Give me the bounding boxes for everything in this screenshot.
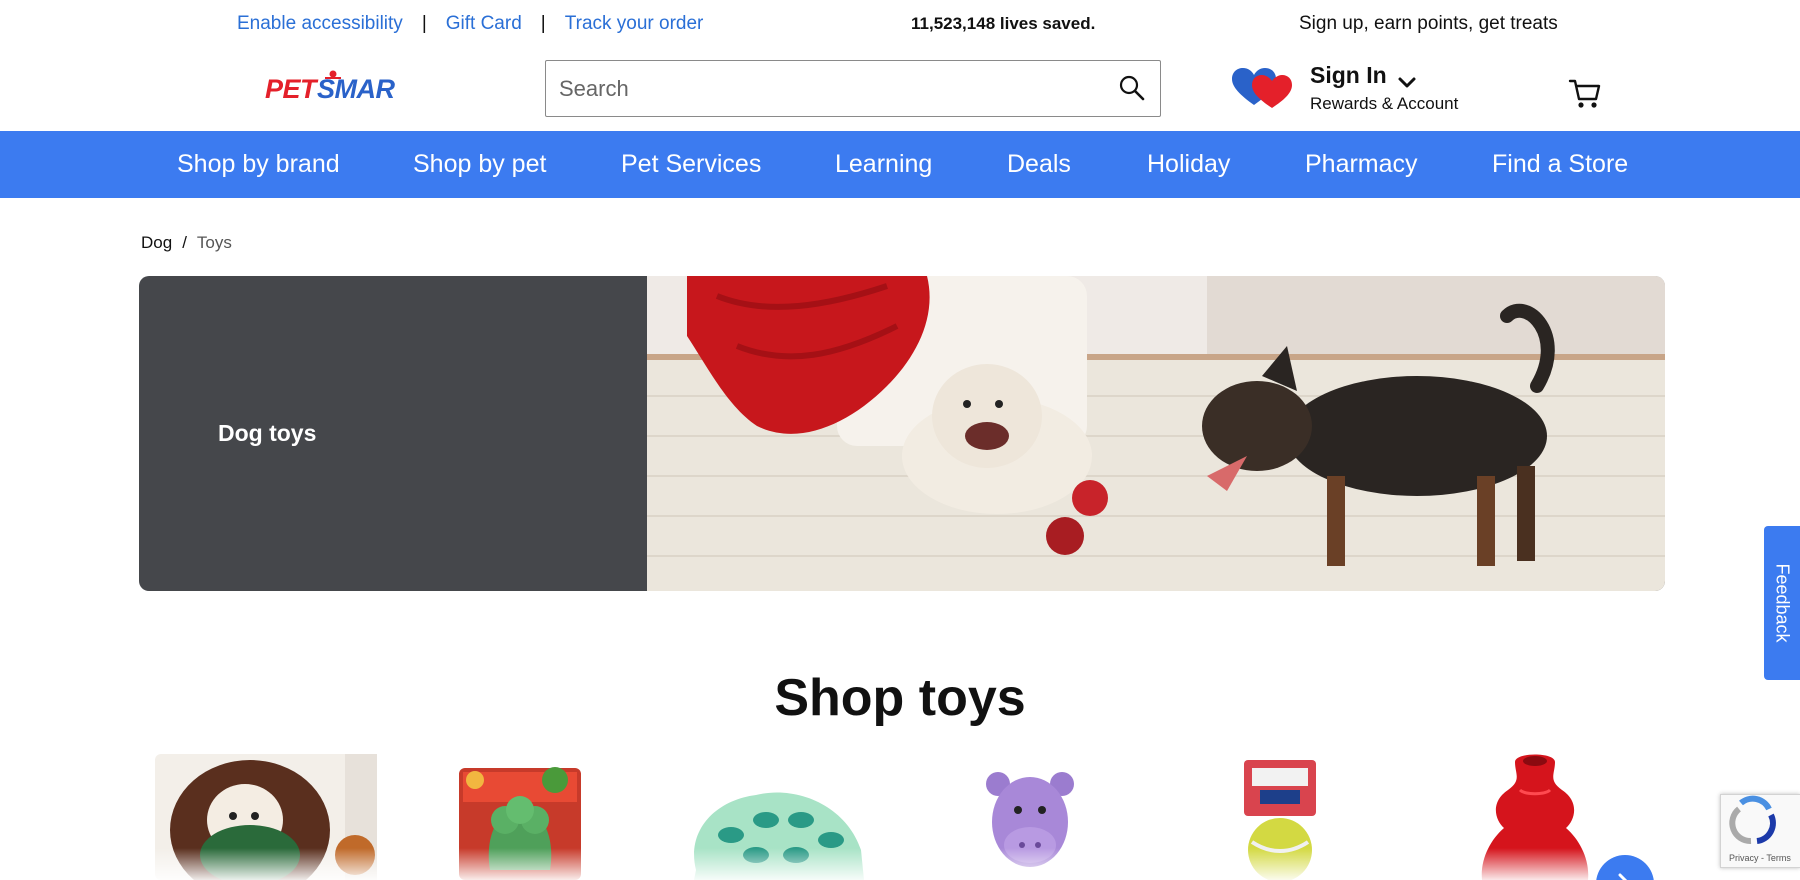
cart-icon[interactable]: [1568, 77, 1602, 111]
nav-deals[interactable]: Deals: [1007, 131, 1071, 198]
carousel-next-button[interactable]: [1596, 855, 1654, 880]
search-box[interactable]: [545, 60, 1161, 117]
shop-toys-heading: Shop toys: [774, 669, 1026, 727]
product-tile[interactable]: [155, 750, 377, 880]
lives-saved-counter: 11,523,148 lives saved.: [911, 14, 1096, 33]
product-tile[interactable]: [980, 750, 1080, 880]
main-nav: Shop by brand Shop by pet Pet Services L…: [0, 131, 1800, 198]
nav-shop-by-brand[interactable]: Shop by brand: [177, 131, 340, 198]
utility-bar: Enable accessibility | Gift Card | Track…: [0, 0, 1800, 50]
recaptcha-icon: [1729, 795, 1776, 844]
rewards-account-link[interactable]: Rewards & Account: [1310, 94, 1458, 114]
nav-holiday[interactable]: Holiday: [1147, 131, 1230, 198]
utility-separator: |: [421, 13, 427, 34]
svg-text:PET: PET: [265, 74, 319, 104]
hero-dogs-image: [647, 276, 1665, 591]
hearts-logo-icon: [1232, 67, 1294, 109]
utility-separator: |: [540, 13, 546, 34]
breadcrumb-separator: /: [182, 233, 187, 252]
nav-find-a-store[interactable]: Find a Store: [1492, 131, 1628, 198]
chevron-down-icon: [1397, 69, 1417, 87]
nav-learning[interactable]: Learning: [835, 131, 932, 198]
hero-title: Dog toys: [218, 420, 317, 446]
utility-links: Enable accessibility | Gift Card | Track…: [237, 13, 703, 35]
breadcrumb-dog-link[interactable]: Dog: [141, 233, 172, 253]
sign-in-button[interactable]: Sign In: [1310, 62, 1417, 89]
petsmart-logo[interactable]: PET SMART: [265, 66, 414, 106]
recaptcha-badge[interactable]: Privacy - Terms: [1720, 794, 1800, 868]
nav-pharmacy[interactable]: Pharmacy: [1305, 131, 1418, 198]
gift-card-link[interactable]: Gift Card: [446, 13, 522, 35]
sign-in-label: Sign In: [1310, 62, 1387, 88]
product-tile[interactable]: [455, 750, 585, 880]
search-input[interactable]: [546, 61, 1106, 116]
nav-pet-services[interactable]: Pet Services: [621, 131, 761, 198]
track-order-link[interactable]: Track your order: [565, 13, 704, 35]
product-tile[interactable]: [1240, 750, 1320, 880]
nav-shop-by-pet[interactable]: Shop by pet: [413, 131, 546, 198]
product-tile[interactable]: [1470, 750, 1600, 880]
hero-banner: Dog toys: [139, 276, 1665, 591]
feedback-label: Feedback: [1772, 563, 1793, 643]
product-carousel: [0, 750, 1800, 880]
product-tile[interactable]: [686, 750, 866, 880]
rewards-promo-link[interactable]: Sign up, earn points, get treats: [1299, 13, 1558, 35]
recaptcha-privacy-terms[interactable]: Privacy - Terms: [1729, 853, 1791, 863]
search-icon[interactable]: [1118, 74, 1146, 102]
feedback-tab[interactable]: Feedback: [1764, 526, 1800, 680]
breadcrumb: Dog / Toys: [141, 233, 232, 253]
enable-accessibility-link[interactable]: Enable accessibility: [237, 13, 403, 35]
breadcrumb-current: Toys: [196, 233, 232, 252]
